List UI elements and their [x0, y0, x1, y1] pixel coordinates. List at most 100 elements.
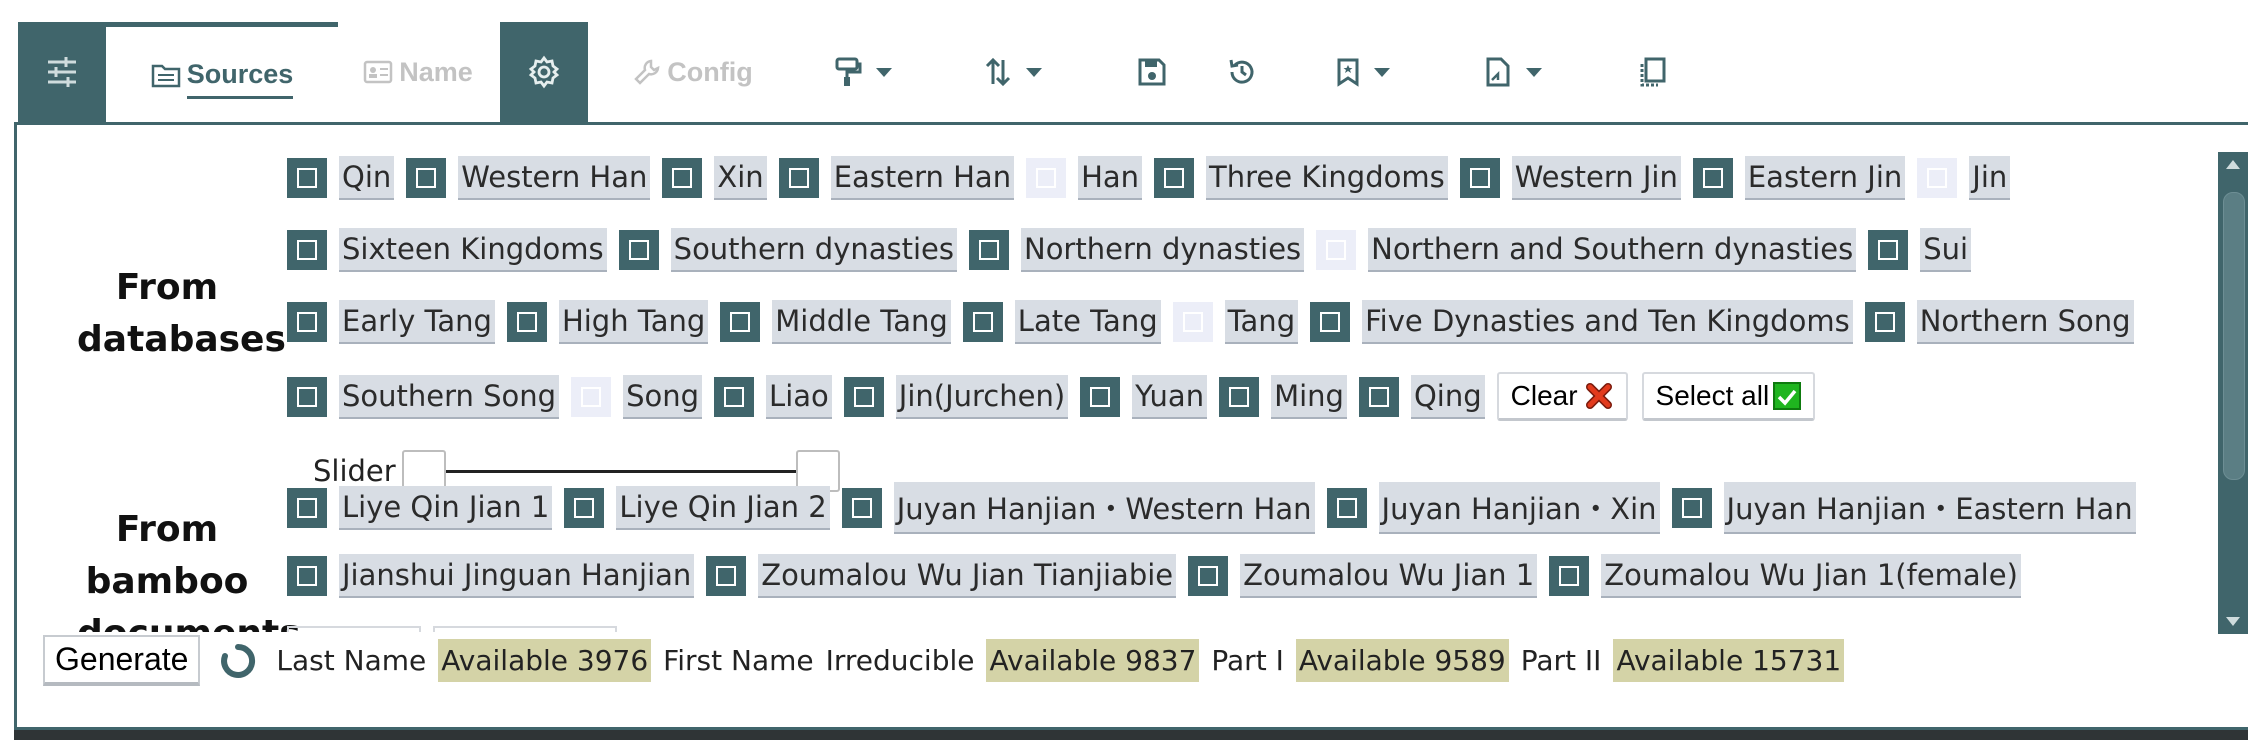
source-option[interactable]: Xin: [662, 156, 767, 200]
scrollbar-thumb[interactable]: [2223, 192, 2245, 480]
tab-config[interactable]: Config: [618, 22, 768, 122]
source-option[interactable]: Western Han: [406, 156, 651, 200]
checkbox[interactable]: [962, 302, 1003, 342]
checkbox[interactable]: [1188, 556, 1229, 596]
sources-scroll-area[interactable]: From databases Qin Western Han Xin Eastern …: [17, 152, 2197, 632]
format-menu-button[interactable]: [818, 22, 908, 122]
bamboo-partial-button[interactable]: [287, 626, 421, 632]
checkbox[interactable]: [1172, 302, 1213, 342]
checkbox[interactable]: [1326, 488, 1367, 528]
source-option[interactable]: Jin: [1917, 156, 2011, 200]
source-option[interactable]: Eastern Jin: [1692, 156, 1906, 200]
source-option[interactable]: Eastern Han: [778, 156, 1015, 200]
sort-arrows-icon: [985, 57, 1011, 87]
source-option[interactable]: Juyan Hanjian・Xin: [1326, 482, 1660, 534]
source-option[interactable]: Southern Song: [287, 374, 560, 419]
source-option[interactable]: Qing: [1358, 374, 1485, 419]
source-option[interactable]: Northern and Southern dynasties: [1316, 228, 1857, 272]
checkbox[interactable]: [843, 376, 884, 417]
checkbox[interactable]: [778, 158, 819, 198]
save-button[interactable]: [1116, 22, 1188, 122]
generate-button[interactable]: Generate: [43, 635, 201, 686]
checkbox[interactable]: [1459, 158, 1500, 198]
checkbox[interactable]: [1671, 488, 1712, 528]
source-option[interactable]: Jianshui Jinguan Hanjian: [287, 554, 695, 598]
checkbox[interactable]: [506, 302, 547, 342]
source-option[interactable]: Juyan Hanjian・Eastern Han: [1671, 482, 2136, 534]
source-option[interactable]: Five Dynasties and Ten Kingdoms: [1310, 300, 1853, 344]
checkbox[interactable]: [1692, 158, 1733, 198]
source-option[interactable]: Juyan Hanjian・Western Han: [841, 482, 1315, 534]
tab-name[interactable]: Name: [338, 22, 498, 122]
source-option[interactable]: Late Tang: [962, 300, 1161, 344]
source-option[interactable]: Northern dynasties: [969, 228, 1305, 272]
slider-track[interactable]: [445, 469, 796, 473]
checkbox[interactable]: [287, 158, 327, 198]
checkbox[interactable]: [1219, 376, 1260, 417]
checkbox[interactable]: [287, 376, 327, 417]
checkbox[interactable]: [1917, 158, 1958, 198]
source-option[interactable]: Han: [1026, 156, 1143, 200]
source-option[interactable]: Zoumalou Wu Jian 1: [1188, 554, 1538, 598]
tab-sources[interactable]: Sources: [106, 22, 338, 122]
databases-row: Early Tang High Tang Middle Tang Late Tang T…: [287, 300, 2146, 344]
source-option[interactable]: Qin: [287, 156, 395, 200]
source-option[interactable]: Northern Song: [1864, 300, 2134, 344]
checkbox[interactable]: [662, 158, 703, 198]
checkbox[interactable]: [1316, 230, 1357, 270]
checkbox[interactable]: [841, 488, 882, 528]
menu-toggle-button[interactable]: [18, 22, 106, 122]
checkbox[interactable]: [1549, 556, 1590, 596]
checkbox[interactable]: [571, 376, 612, 417]
source-option[interactable]: Ming: [1219, 374, 1347, 419]
source-option[interactable]: Middle Tang: [720, 300, 951, 344]
toolbar: Sources Name Config: [18, 22, 2248, 122]
source-option[interactable]: Western Jin: [1459, 156, 1681, 200]
source-option[interactable]: High Tang: [506, 300, 709, 344]
checkbox[interactable]: [1358, 376, 1399, 417]
checkbox[interactable]: [1080, 376, 1121, 417]
checkbox[interactable]: [1310, 302, 1351, 342]
source-option[interactable]: Three Kingdoms: [1154, 156, 1448, 200]
copy-button[interactable]: [1616, 22, 1688, 122]
source-option[interactable]: Tang: [1172, 300, 1299, 344]
bookmark-menu-button[interactable]: [1318, 22, 1408, 122]
source-option[interactable]: Liye Qin Jian 1: [287, 486, 553, 530]
checkbox[interactable]: [287, 556, 327, 596]
checkbox[interactable]: [618, 230, 659, 270]
scroll-up-icon[interactable]: [2225, 158, 2241, 170]
source-option[interactable]: Southern dynasties: [618, 228, 957, 272]
source-option[interactable]: Sui: [1868, 228, 1972, 272]
checkbox[interactable]: [714, 376, 755, 417]
source-option[interactable]: Zoumalou Wu Jian 1(female): [1549, 554, 2021, 598]
checkbox[interactable]: [1026, 158, 1067, 198]
source-option[interactable]: Sixteen Kingdoms: [287, 228, 607, 272]
checkbox[interactable]: [406, 158, 447, 198]
checkbox[interactable]: [287, 302, 327, 342]
checkbox[interactable]: [564, 488, 605, 528]
source-option[interactable]: Yuan: [1080, 374, 1208, 419]
clear-button[interactable]: Clear: [1496, 372, 1628, 421]
sort-menu-button[interactable]: [968, 22, 1058, 122]
history-button[interactable]: [1206, 22, 1278, 122]
checkbox[interactable]: [287, 488, 327, 528]
checkbox[interactable]: [969, 230, 1009, 270]
source-option[interactable]: Liao: [714, 374, 832, 419]
checkbox[interactable]: [706, 556, 747, 596]
bamboo-partial-button[interactable]: [433, 626, 617, 632]
checkbox[interactable]: [1154, 158, 1195, 198]
source-option[interactable]: Early Tang: [287, 300, 495, 344]
scrollbar[interactable]: [2218, 152, 2248, 634]
checkbox[interactable]: [287, 230, 327, 270]
export-menu-button[interactable]: [1468, 22, 1558, 122]
checkbox[interactable]: [720, 302, 761, 342]
scroll-down-icon[interactable]: [2225, 616, 2241, 628]
source-option[interactable]: Liye Qin Jian 2: [564, 486, 830, 530]
settings-button[interactable]: [500, 22, 588, 122]
select-all-button[interactable]: Select all: [1641, 372, 1816, 421]
source-option[interactable]: Zoumalou Wu Jian Tianjiabie: [706, 554, 1177, 598]
checkbox[interactable]: [1868, 230, 1909, 270]
source-option[interactable]: Song: [571, 374, 703, 419]
source-option[interactable]: Jin(Jurchen): [843, 374, 1069, 419]
checkbox[interactable]: [1864, 302, 1905, 342]
